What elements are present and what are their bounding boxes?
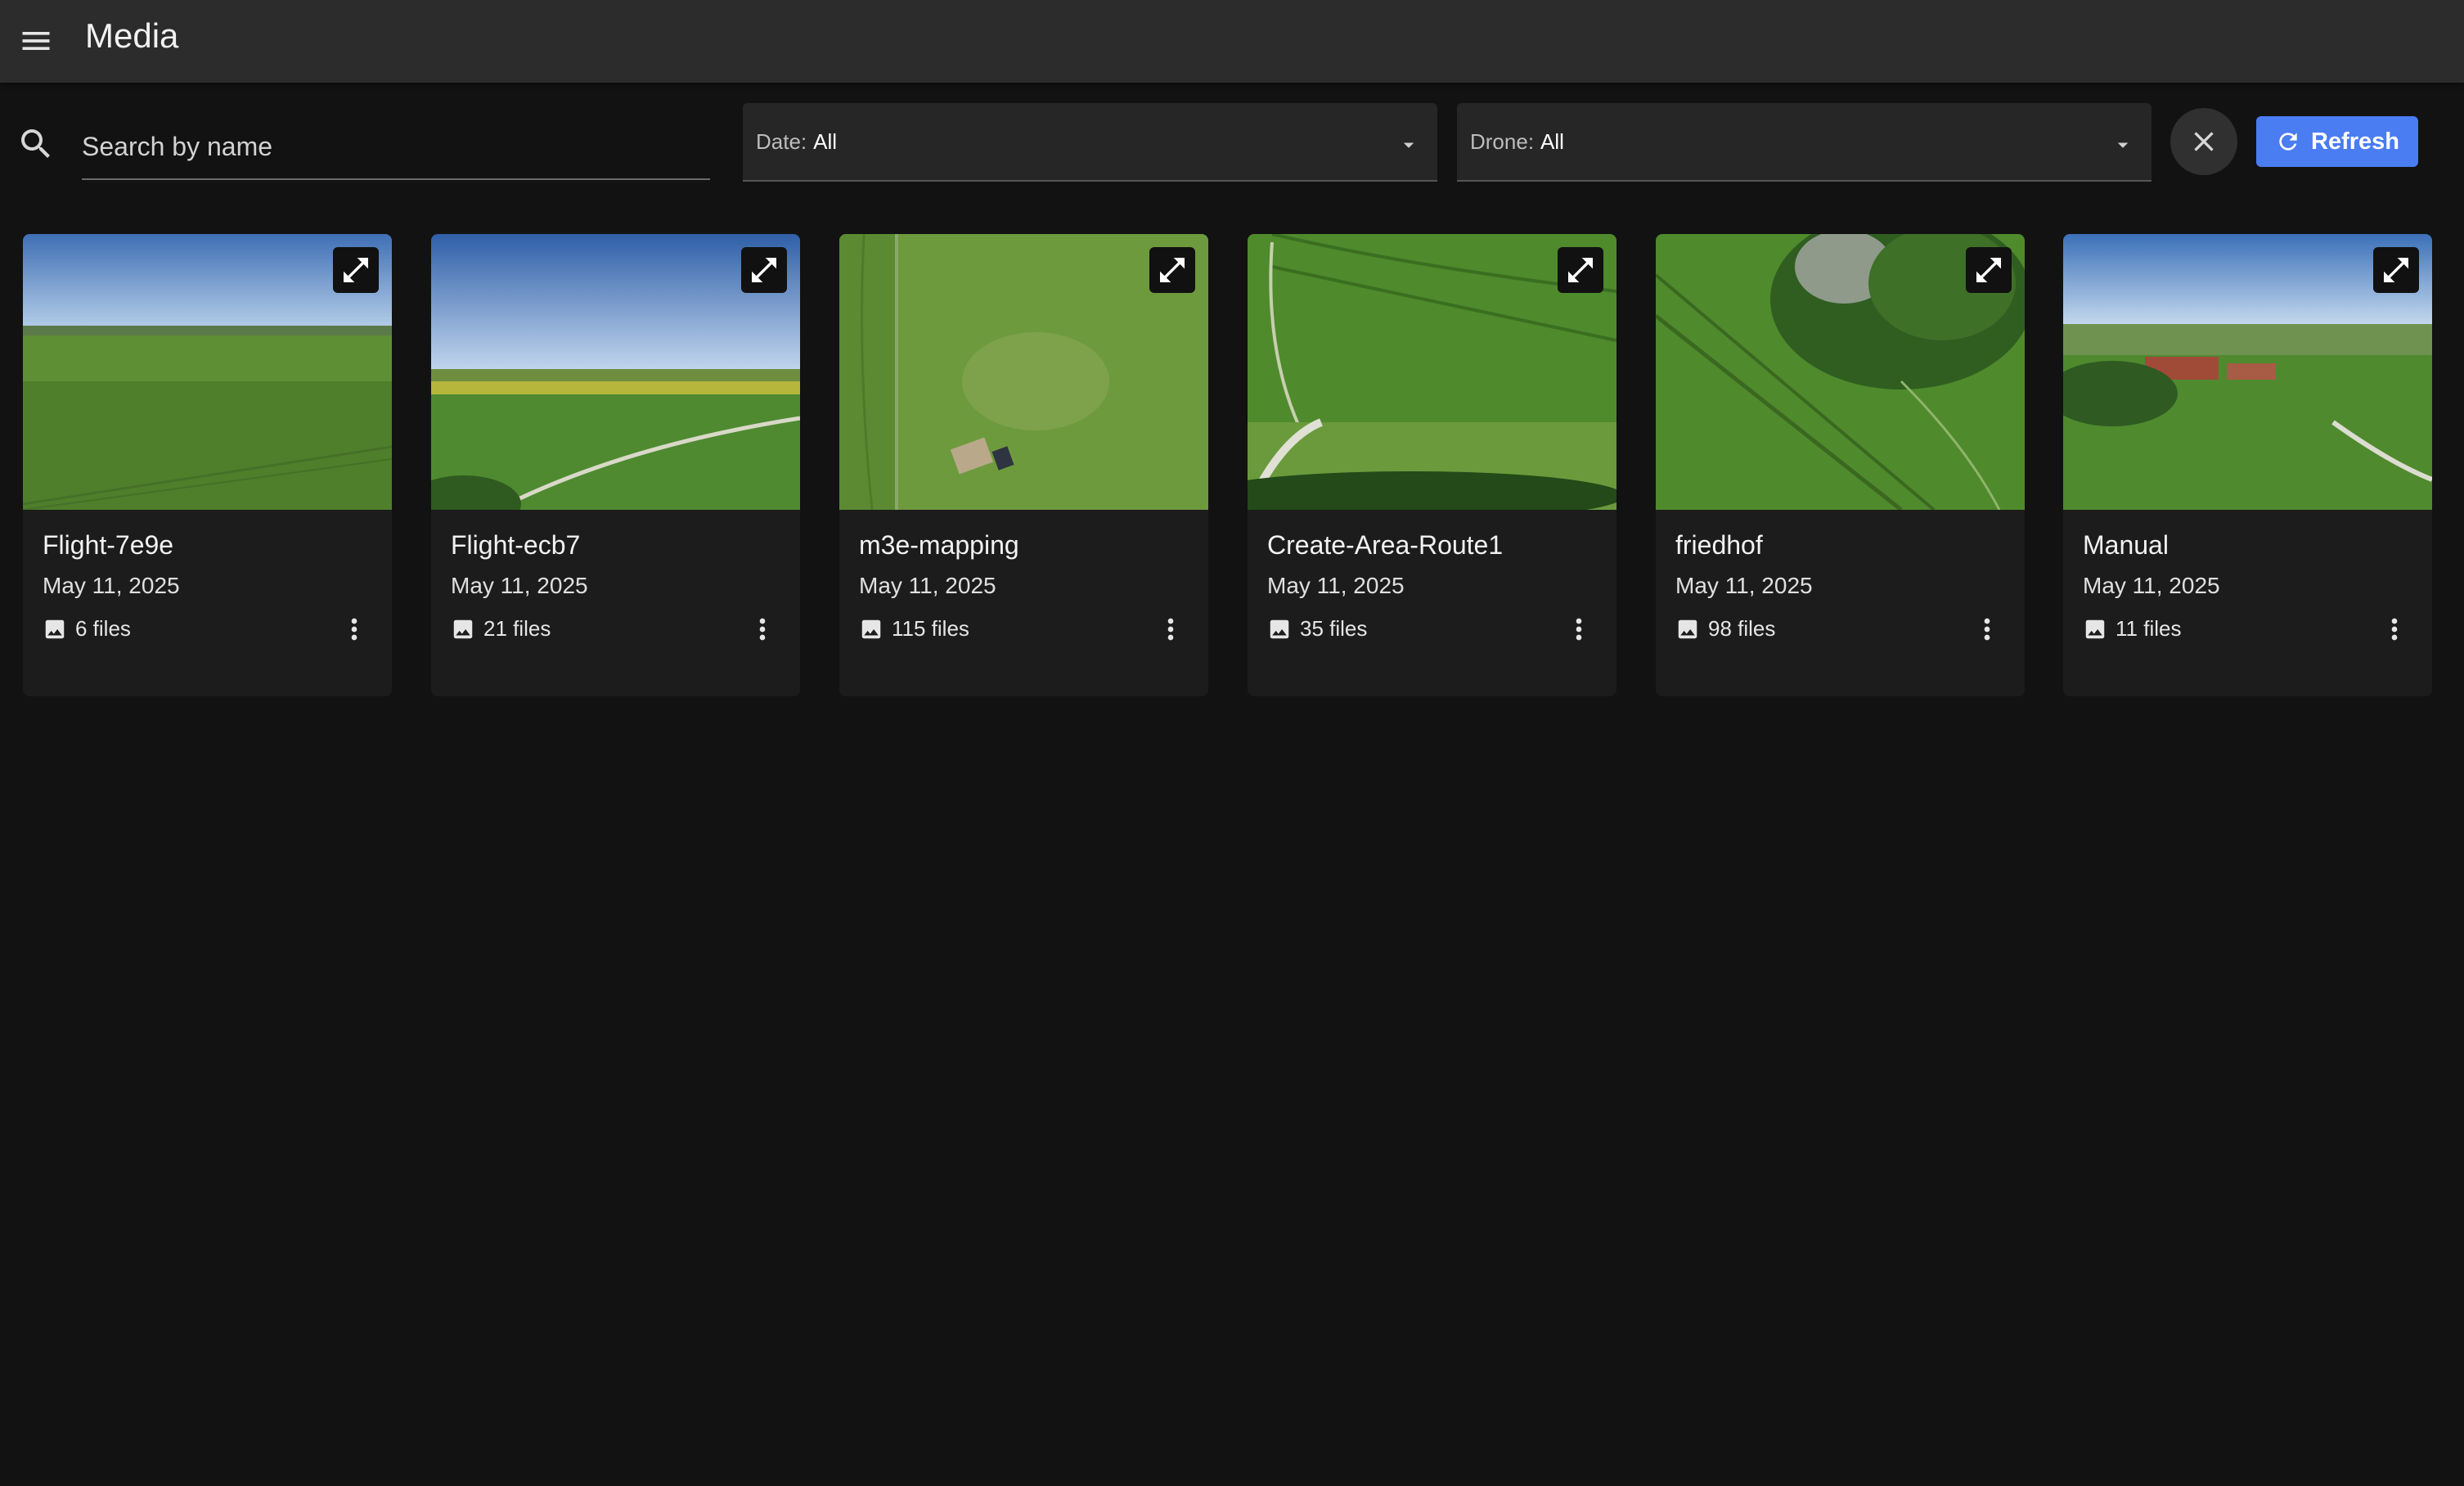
image-icon: [1270, 619, 1289, 638]
card-title: friedhof: [1675, 530, 1763, 560]
search-input[interactable]: [82, 115, 710, 180]
clear-filters-button[interactable]: [2170, 108, 2237, 175]
image-icon: [2085, 619, 2105, 638]
card-thumbnail[interactable]: [431, 234, 800, 510]
open-in-full-icon: [344, 258, 368, 282]
more-options-button[interactable]: [1971, 609, 2003, 650]
card-date: May 11, 2025: [859, 573, 996, 598]
media-card[interactable]: m3e-mapping May 11, 2025 115 files: [839, 234, 1208, 696]
expand-button[interactable]: [2373, 247, 2419, 293]
close-icon: [2194, 132, 2214, 151]
refresh-button[interactable]: Refresh: [2256, 116, 2418, 167]
more-options-button[interactable]: [746, 609, 779, 650]
image-icon: [453, 619, 473, 638]
card-thumbnail[interactable]: [839, 234, 1208, 510]
open-in-full-icon: [1568, 258, 1593, 282]
menu-icon: [22, 32, 50, 50]
card-date: May 11, 2025: [1267, 573, 1405, 598]
file-count: 115 files: [892, 616, 969, 641]
refresh-label: Refresh: [2311, 128, 2399, 155]
file-count: 98 files: [1708, 616, 1776, 641]
expand-button[interactable]: [1558, 247, 1603, 293]
arrow-drop-down-icon: [2111, 133, 2135, 157]
card-date: May 11, 2025: [1675, 573, 1813, 598]
file-count: 11 files: [2116, 616, 2182, 641]
date-filter-value: All: [813, 129, 838, 154]
open-in-full-icon: [1976, 258, 2001, 282]
media-card[interactable]: Flight-ecb7 May 11, 2025 21 files: [431, 234, 800, 696]
image-icon: [861, 619, 881, 638]
expand-button[interactable]: [333, 247, 379, 293]
more-vert-icon: [2391, 618, 2398, 641]
arrow-drop-down-icon: [1396, 133, 1421, 157]
open-in-full-icon: [752, 258, 776, 282]
more-vert-icon: [351, 618, 357, 641]
more-options-button[interactable]: [1562, 609, 1595, 650]
page-title: Media: [85, 16, 179, 55]
more-options-button[interactable]: [1154, 609, 1187, 650]
media-card[interactable]: Manual May 11, 2025 11 files: [2063, 234, 2432, 696]
refresh-icon: [2279, 133, 2297, 151]
expand-button[interactable]: [1966, 247, 2012, 293]
card-title: Create-Area-Route1: [1267, 530, 1504, 560]
card-title: Manual: [2083, 530, 2169, 560]
more-vert-icon: [1576, 618, 1582, 641]
more-vert-icon: [759, 618, 766, 641]
more-options-button[interactable]: [338, 609, 371, 650]
drone-filter-value: All: [1540, 129, 1564, 154]
card-title: Flight-7e9e: [43, 530, 174, 560]
media-card[interactable]: friedhof May 11, 2025 98 files: [1656, 234, 2025, 696]
date-filter-select[interactable]: Date: All: [743, 103, 1437, 182]
more-options-button[interactable]: [2378, 609, 2411, 650]
media-card[interactable]: Create-Area-Route1 May 11, 2025 35 files: [1248, 234, 1616, 696]
expand-button[interactable]: [741, 247, 787, 293]
card-title: m3e-mapping: [859, 530, 1019, 560]
drone-filter-label: Drone:: [1470, 129, 1535, 154]
expand-button[interactable]: [1149, 247, 1195, 293]
image-icon: [1678, 619, 1697, 638]
open-in-full-icon: [2384, 258, 2408, 282]
card-date: May 11, 2025: [451, 573, 588, 598]
search-icon: [16, 124, 56, 164]
card-date: May 11, 2025: [2083, 573, 2220, 598]
more-vert-icon: [1167, 618, 1174, 641]
file-count: 35 files: [1300, 616, 1368, 641]
date-filter-label: Date:: [756, 129, 807, 154]
card-thumbnail[interactable]: [1248, 234, 1616, 510]
card-date: May 11, 2025: [43, 573, 180, 598]
app-bar: Media: [0, 0, 2464, 83]
more-vert-icon: [1984, 618, 1990, 641]
file-count: 21 files: [483, 616, 551, 641]
media-card[interactable]: Flight-7e9e May 11, 2025 6 files: [23, 234, 392, 696]
menu-button[interactable]: [13, 18, 59, 64]
drone-filter-select[interactable]: Drone: All: [1457, 103, 2152, 182]
file-count: 6 files: [75, 616, 131, 641]
card-thumbnail[interactable]: [23, 234, 392, 510]
card-title: Flight-ecb7: [451, 530, 581, 560]
card-thumbnail[interactable]: [2063, 234, 2432, 510]
image-icon: [45, 619, 65, 638]
card-thumbnail[interactable]: [1656, 234, 2025, 510]
open-in-full-icon: [1160, 258, 1185, 282]
